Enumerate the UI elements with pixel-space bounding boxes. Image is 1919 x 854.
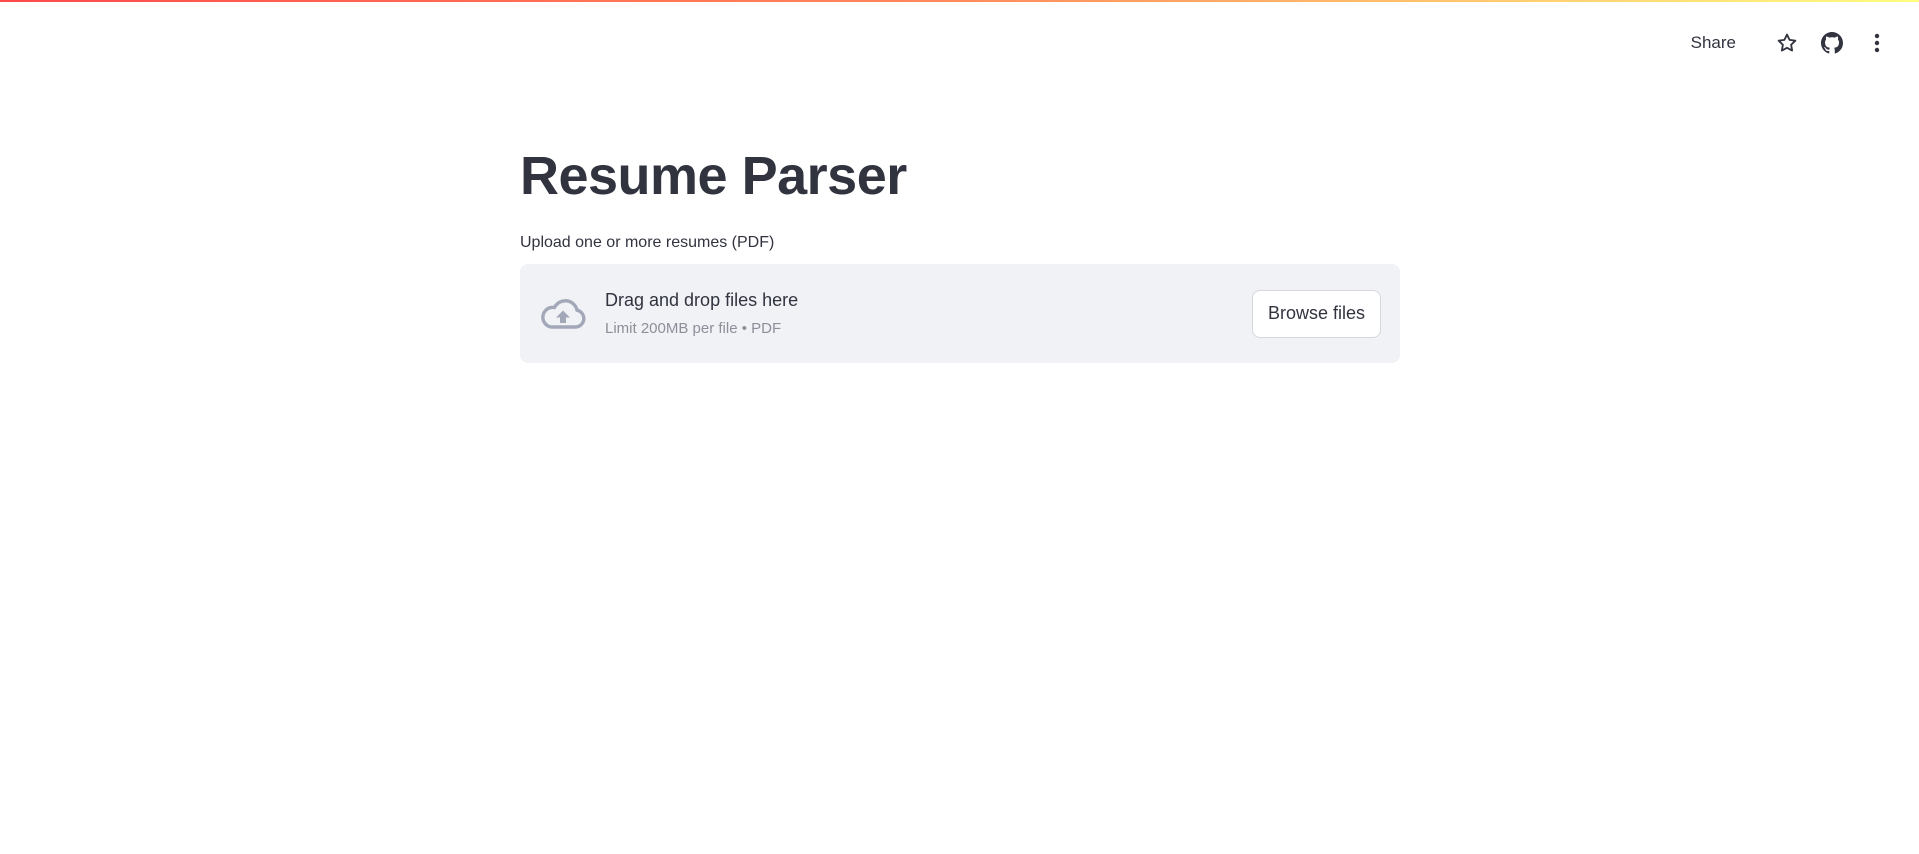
- kebab-menu-icon[interactable]: [1861, 27, 1893, 59]
- dropzone-instructions: Drag and drop files here: [605, 290, 799, 310]
- cloud-upload-icon: [539, 290, 587, 338]
- dropzone-text: Drag and drop files here Limit 200MB per…: [605, 288, 1252, 339]
- share-button[interactable]: Share: [1691, 33, 1736, 53]
- top-decoration-stripe: [0, 0, 1919, 2]
- github-icon[interactable]: [1816, 27, 1848, 59]
- page-title: Resume Parser: [520, 146, 907, 206]
- file-uploader-label: Upload one or more resumes (PDF): [520, 234, 775, 251]
- main-content: Resume Parser Upload one or more resumes…: [520, 138, 1400, 363]
- header-toolbar: Share: [1691, 24, 1893, 62]
- file-size-limit-text: Limit 200MB per file • PDF: [605, 320, 782, 337]
- browse-files-button[interactable]: Browse files: [1251, 289, 1381, 338]
- star-icon[interactable]: [1771, 27, 1803, 59]
- file-dropzone[interactable]: Drag and drop files here Limit 200MB per…: [520, 264, 1400, 363]
